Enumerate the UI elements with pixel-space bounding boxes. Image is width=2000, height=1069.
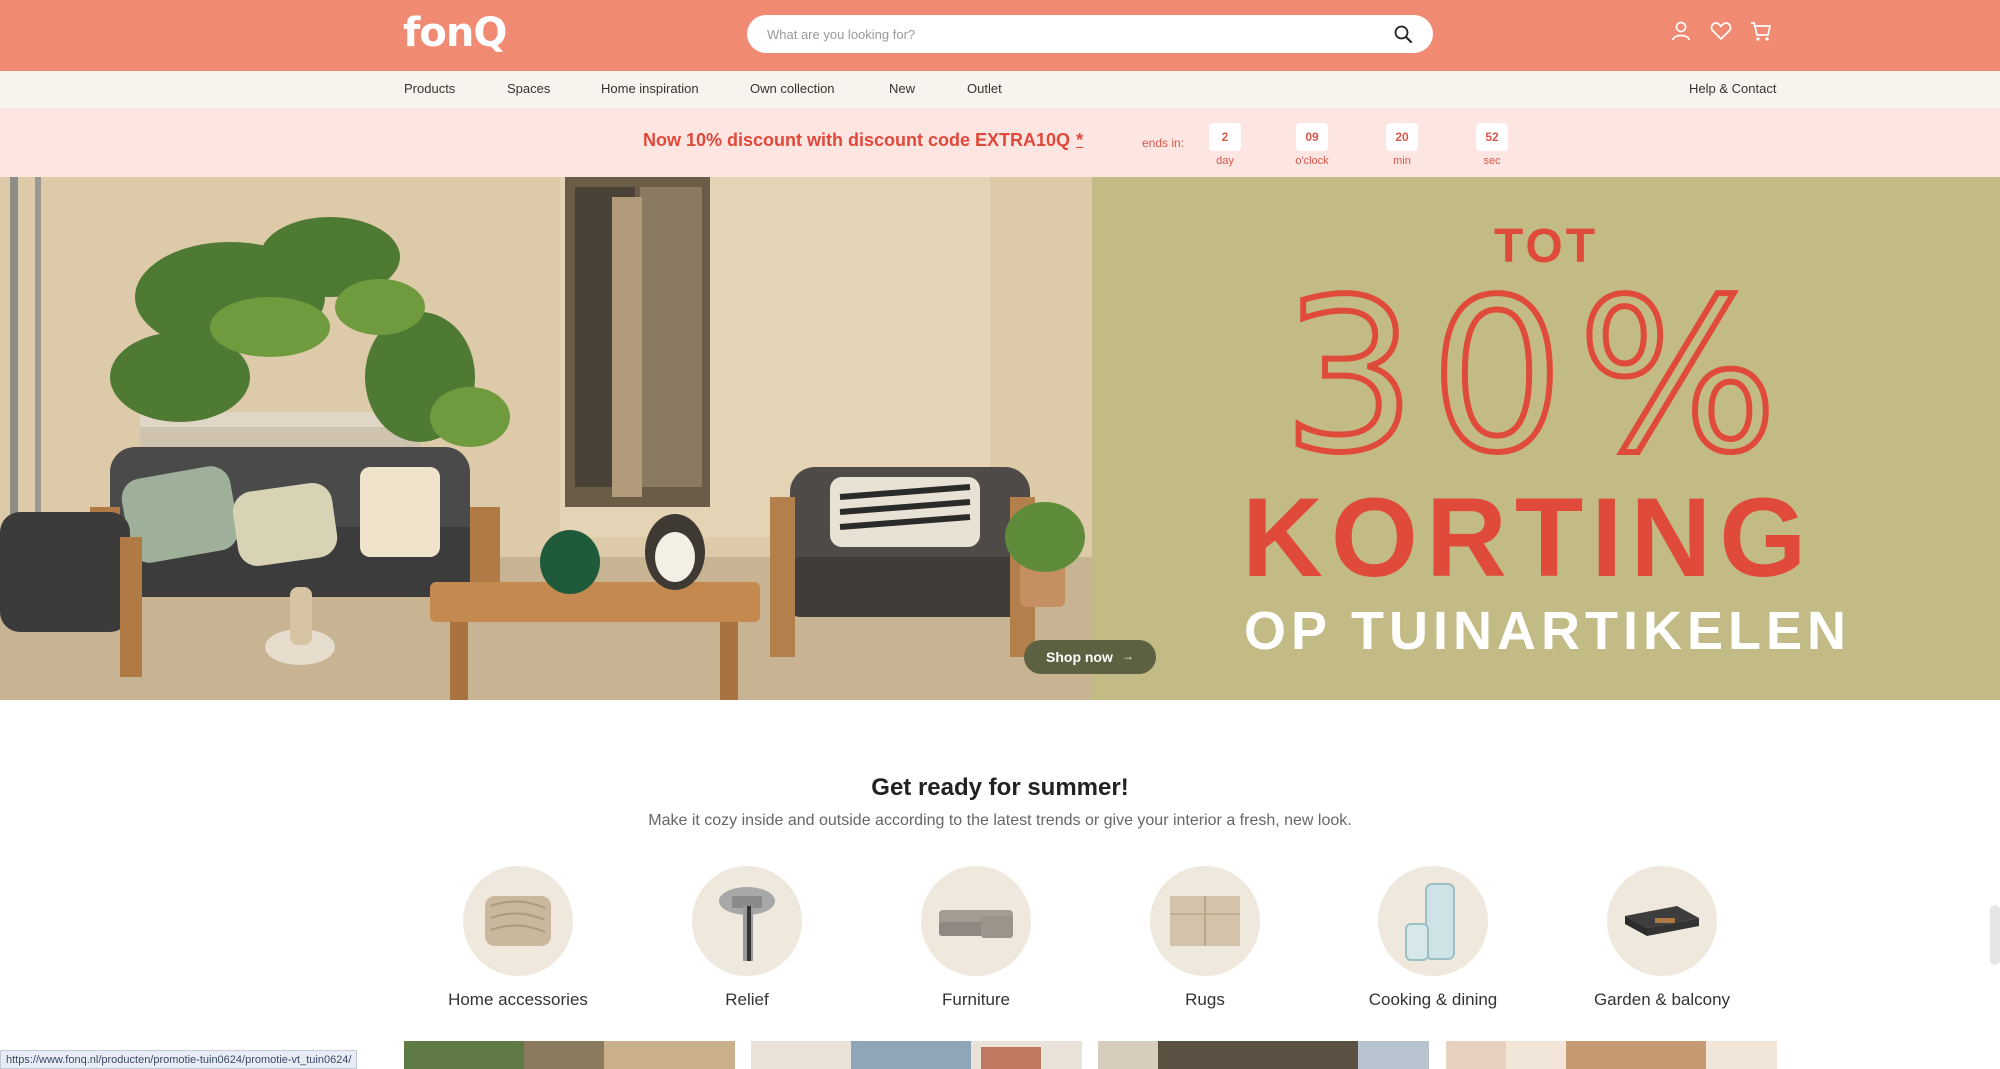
category-label: Cooking & dining [1368, 990, 1498, 1009]
countdown-hours-value: 09 [1296, 123, 1328, 151]
inspiration-thumbnail[interactable] [1098, 1041, 1429, 1069]
category-furniture[interactable]: Furniture [871, 866, 1081, 1010]
shop-now-label: Shop now [1046, 649, 1113, 665]
site-header: fonQ [0, 0, 2000, 71]
countdown-label: ends in: [1142, 136, 1185, 150]
category-garden-balcony[interactable]: Garden & balcony [1557, 866, 1767, 1010]
nav-item-products[interactable]: Products [404, 81, 455, 96]
promo-banner: Now 10% discount with discount code EXTR… [0, 108, 2000, 177]
scrollbar-handle[interactable] [1990, 905, 2000, 965]
section-subtitle: Make it cozy inside and outside accordin… [648, 812, 1352, 829]
category-label: Home accessories [448, 990, 588, 1009]
countdown-hours-unit: o'clock [1295, 155, 1329, 167]
countdown-days-unit: day [1216, 155, 1234, 167]
rug-icon [1150, 866, 1260, 976]
hero-promo-panel[interactable]: TOT 30% KORTING OP TUINARTIKELEN [1092, 177, 2000, 700]
category-label: Rugs [1185, 990, 1225, 1009]
countdown-days-value: 2 [1209, 123, 1241, 151]
heart-icon[interactable] [1709, 19, 1733, 43]
nav-item-new[interactable]: New [889, 81, 915, 96]
inspiration-thumbnail[interactable] [1446, 1041, 1777, 1069]
hero-korting-text: KORTING [1242, 475, 1815, 600]
fonq-logo[interactable]: fonQ [403, 10, 507, 56]
promo-terms-link[interactable]: * [1076, 130, 1083, 150]
category-rugs[interactable]: Rugs [1100, 866, 1310, 1010]
promo-message: Now 10% discount with discount code EXTR… [643, 130, 1071, 150]
hero-tuinartikelen-text: OP TUINARTIKELEN [1244, 601, 1852, 661]
countdown-minutes-unit: min [1393, 155, 1411, 167]
category-cooking-dining[interactable]: Cooking & dining [1328, 866, 1538, 1010]
search-input[interactable] [767, 24, 1347, 44]
nav-item-outlet[interactable]: Outlet [967, 81, 1002, 96]
category-home-accessories[interactable]: Home accessories [413, 866, 623, 1010]
hero-tot-text: TOT [1493, 220, 1599, 273]
search-bar[interactable] [747, 15, 1433, 53]
glasses-icon [1378, 866, 1488, 976]
category-label: Garden & balcony [1593, 990, 1731, 1009]
nav-item-spaces[interactable]: Spaces [507, 81, 550, 96]
category-label: Relief [725, 990, 769, 1009]
inspiration-thumbnail[interactable] [404, 1041, 735, 1069]
arrow-right-icon: → [1122, 649, 1134, 663]
pillow-icon [463, 866, 573, 976]
search-icon[interactable] [1393, 24, 1413, 44]
sofa-icon [921, 866, 1031, 976]
hero-thirty-percent: 30% [1280, 267, 1792, 467]
category-relief[interactable]: Relief [642, 866, 852, 1010]
shop-now-button[interactable]: Shop now → [1024, 640, 1156, 674]
countdown-minutes-value: 20 [1386, 123, 1418, 151]
nav-item-own-collection[interactable]: Own collection [750, 81, 835, 96]
section-title: Get ready for summer! [871, 774, 1129, 801]
category-label: Furniture [941, 990, 1011, 1009]
nav-item-help-contact[interactable]: Help & Contact [1689, 81, 1776, 96]
countdown-seconds-unit: sec [1483, 155, 1501, 167]
account-icon[interactable] [1669, 19, 1693, 43]
countdown-seconds-value: 52 [1476, 123, 1508, 151]
inspiration-thumbnail[interactable] [751, 1041, 1082, 1069]
promo-text[interactable]: Now 10% discount with discount code EXTR… [643, 130, 1083, 151]
hero-garden-image[interactable] [0, 177, 1092, 700]
cart-icon[interactable] [1749, 19, 1773, 43]
browser-status-url: https://www.fonq.nl/producten/promotie-t… [0, 1050, 358, 1069]
garden-lounge-icon [1607, 866, 1717, 976]
main-nav: Products Spaces Home inspiration Own col… [0, 71, 2000, 108]
hero-percent-text: 30% [1283, 267, 1792, 467]
nav-item-home-inspiration[interactable]: Home inspiration [601, 81, 699, 96]
lamp-icon [692, 866, 802, 976]
